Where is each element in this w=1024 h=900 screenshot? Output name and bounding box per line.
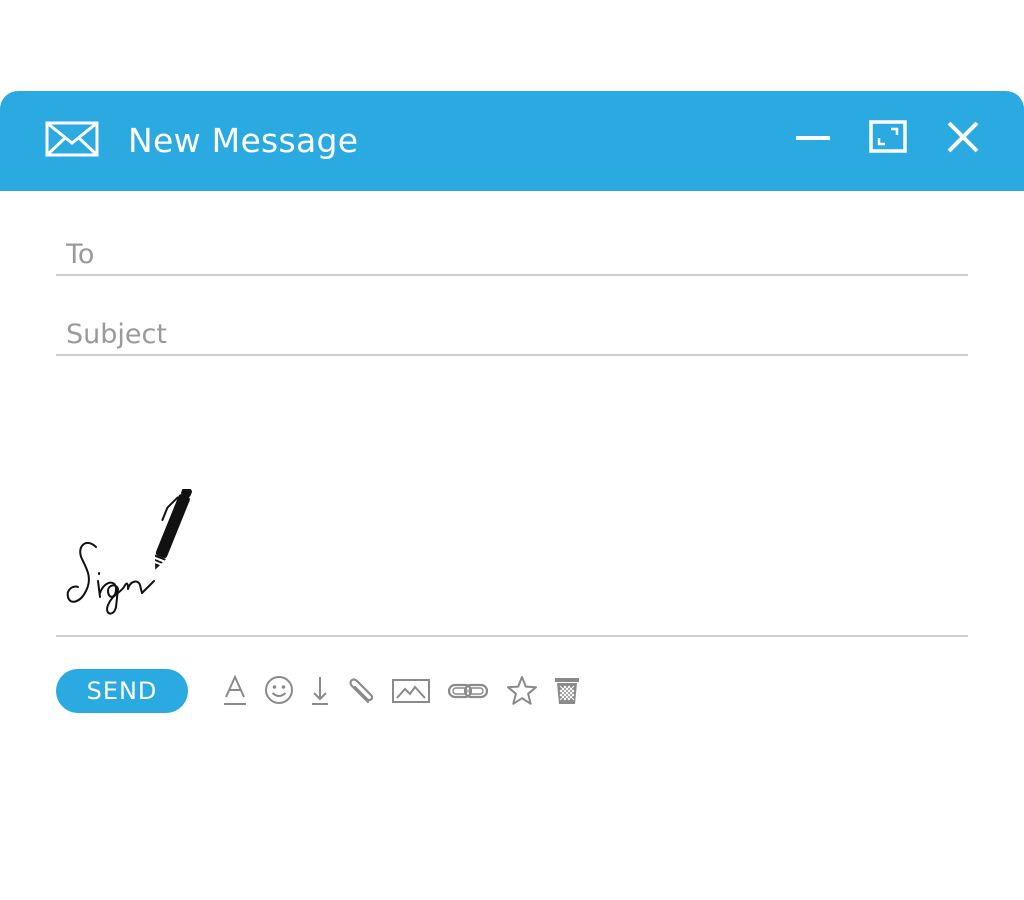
download-button[interactable] <box>310 675 330 707</box>
image-button[interactable] <box>391 675 431 707</box>
title-bar: New Message <box>0 91 1024 191</box>
trash-button[interactable] <box>554 675 580 707</box>
star-button[interactable] <box>506 675 538 707</box>
link-icon <box>447 683 489 699</box>
subject-field-row <box>56 310 968 356</box>
subject-field[interactable] <box>66 316 946 352</box>
maximize-icon <box>869 120 907 153</box>
trash-icon <box>555 678 579 704</box>
compose-window: New Message To Subject SEND <box>0 91 1024 900</box>
emoji-button[interactable] <box>263 675 295 707</box>
attachment-icon <box>349 678 374 704</box>
star-icon <box>507 676 537 705</box>
send-button[interactable]: SEND <box>56 669 188 713</box>
attachment-button[interactable] <box>344 675 376 707</box>
minimize-button[interactable] <box>793 117 833 157</box>
page: New Message To Subject SEND <box>0 0 1024 900</box>
image-icon <box>392 679 430 703</box>
download-icon <box>312 677 328 705</box>
to-field[interactable] <box>66 236 946 272</box>
maximize-button[interactable] <box>868 117 908 157</box>
text-format-icon <box>224 675 246 705</box>
close-icon <box>947 121 979 153</box>
message-body[interactable] <box>56 373 968 637</box>
close-button[interactable] <box>943 117 983 157</box>
emoji-icon <box>265 676 293 704</box>
mail-icon <box>45 121 99 157</box>
minimize-icon <box>796 136 830 140</box>
text-format-button[interactable] <box>222 675 248 707</box>
signature-icon[interactable] <box>62 489 198 623</box>
compose-toolbar: SEND <box>56 669 968 713</box>
to-field-row <box>56 230 968 276</box>
window-title: New Message <box>128 121 359 160</box>
link-button[interactable] <box>447 675 489 707</box>
